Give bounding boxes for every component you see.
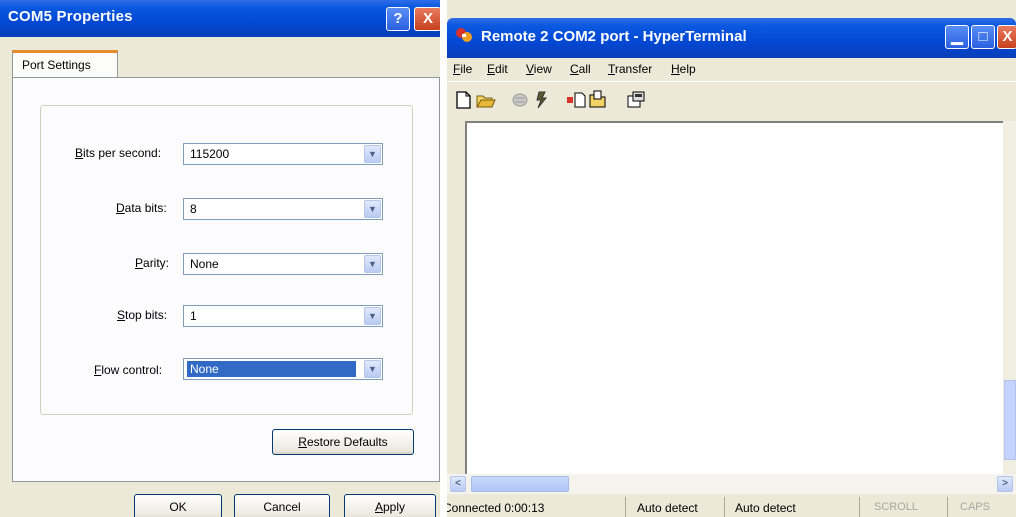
chevron-down-icon[interactable]: ▼ (364, 145, 381, 163)
status-divider (724, 497, 725, 517)
send-icon[interactable] (565, 90, 587, 110)
open-icon[interactable] (475, 90, 497, 110)
stop-bits-value: 1 (190, 309, 197, 323)
status-caps: CAPS (960, 501, 990, 513)
bits-per-second-select[interactable]: 115200 ▼ (183, 143, 383, 165)
data-bits-value: 8 (190, 202, 197, 216)
status-connected: Connected 0:00:13 (447, 501, 545, 515)
parity-select[interactable]: None ▼ (183, 253, 383, 275)
hyperterminal-app-icon (456, 28, 472, 42)
status-divider (625, 497, 626, 517)
close-button[interactable]: X (414, 7, 440, 31)
cancel-button[interactable]: Cancel (234, 494, 330, 517)
help-button[interactable]: ? (386, 7, 410, 31)
bits-per-second-value: 115200 (190, 147, 230, 161)
ht-close-button[interactable]: X (997, 25, 1016, 49)
status-bar: Connected 0:00:13 Auto detect Auto detec… (447, 496, 1016, 517)
minimize-button[interactable]: ▁ (945, 25, 969, 49)
status-divider (859, 497, 860, 517)
menu-help[interactable]: Help (671, 62, 696, 76)
parity-value: None (190, 257, 219, 271)
chevron-down-icon[interactable]: ▼ (364, 255, 381, 273)
flow-control-select[interactable]: None ▼ (183, 358, 383, 380)
menu-edit[interactable]: Edit (487, 62, 508, 76)
parity-label: Parity: (135, 256, 170, 270)
menu-call[interactable]: Call (570, 62, 591, 76)
status-divider (947, 497, 948, 517)
flow-control-label: Flow control: (94, 363, 163, 377)
status-auto-detect-1: Auto detect (637, 501, 698, 515)
status-scroll: SCROLL (874, 501, 919, 513)
tab-label: Port Settings (22, 58, 91, 72)
stop-bits-label: Stop bits: (117, 308, 168, 322)
ht-title: Remote 2 COM2 port - HyperTerminal (481, 28, 747, 45)
disconnect-icon[interactable] (509, 90, 531, 110)
data-bits-label: Data bits: (116, 201, 167, 215)
chevron-down-icon[interactable]: ▼ (364, 307, 381, 325)
hyperterminal-window: Remote 2 COM2 port - HyperTerminal ▁ □ X… (447, 0, 1016, 517)
restore-defaults-button[interactable]: Restore Defaults (272, 429, 414, 455)
data-bits-select[interactable]: 8 ▼ (183, 198, 383, 220)
tab-port-settings[interactable]: Port Settings (12, 50, 118, 78)
maximize-icon: □ (978, 28, 988, 45)
close-icon: X (422, 10, 433, 27)
ok-button[interactable]: OK (134, 494, 222, 517)
receive-icon[interactable] (587, 90, 609, 110)
toolbar (447, 81, 1016, 116)
dialog-title: COM5 Properties (8, 8, 133, 25)
vertical-scroll-thumb[interactable] (1004, 380, 1016, 460)
status-auto-detect-2: Auto detect (735, 501, 796, 515)
com5-properties-dialog: COM5 Properties ? X Port Settings Bits p… (0, 0, 440, 517)
connect-icon[interactable] (531, 90, 553, 110)
menu-transfer[interactable]: Transfer (608, 62, 652, 76)
menu-bar: File Edit View Call Transfer Help (447, 58, 1016, 80)
horizontal-scroll-thumb[interactable] (471, 476, 569, 492)
new-icon[interactable] (453, 90, 475, 110)
menu-view[interactable]: View (526, 62, 552, 76)
minimize-icon: ▁ (951, 28, 963, 45)
bits-per-second-label: Bits per second: (75, 146, 162, 160)
apply-button[interactable]: Apply (344, 494, 436, 517)
scroll-left-icon[interactable]: < (450, 476, 466, 492)
maximize-button[interactable]: □ (971, 25, 995, 49)
help-icon: ? (393, 10, 403, 27)
menu-file[interactable]: File (453, 62, 472, 76)
chevron-down-icon[interactable]: ▼ (364, 200, 381, 218)
scroll-right-icon[interactable]: > (997, 476, 1013, 492)
chevron-down-icon[interactable]: ▼ (364, 360, 381, 378)
properties-icon[interactable] (625, 90, 647, 110)
terminal-screen[interactable] (468, 130, 1003, 455)
flow-control-value: None (190, 362, 219, 376)
dialog-titlebar[interactable]: COM5 Properties ? X (0, 0, 440, 37)
stop-bits-select[interactable]: 1 ▼ (183, 305, 383, 327)
close-icon: X (1002, 28, 1013, 45)
